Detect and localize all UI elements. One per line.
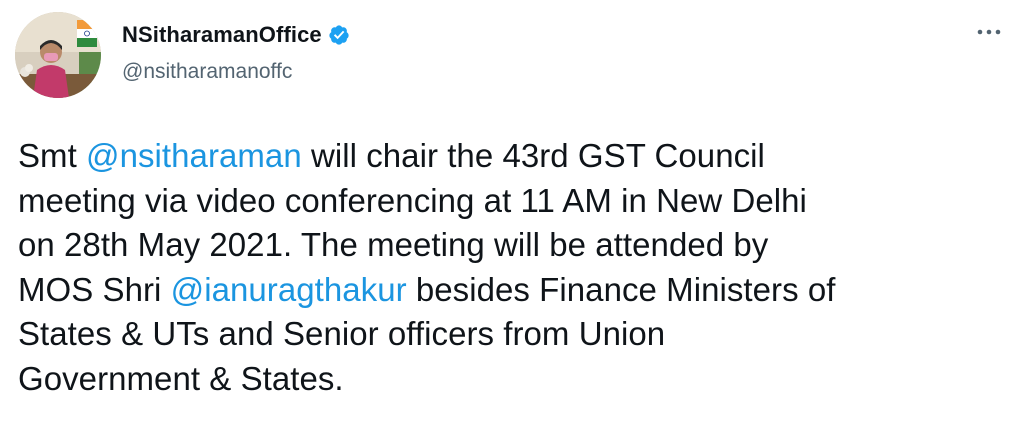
author-handle[interactable]: @nsitharamanoffc bbox=[122, 60, 292, 84]
tweet-text: Smt @nsitharaman will chair the 43rd GST… bbox=[18, 134, 1008, 401]
tweet-text-segment: Smt bbox=[18, 137, 87, 174]
mention-link-nsitharaman[interactable]: @nsitharaman bbox=[86, 137, 302, 174]
tweet-line-2: meeting via video conferencing at 11 AM … bbox=[18, 181, 807, 219]
tweet-card: NSitharamanOffice @nsitharamanoffc Smt @… bbox=[0, 0, 1019, 441]
tweet-line-6: Government & States. bbox=[18, 359, 344, 397]
tweet-text-segment: will chair the 43rd GST Council bbox=[301, 137, 765, 174]
author-display-name[interactable]: NSitharamanOffice bbox=[122, 22, 322, 48]
tweet-text-segment: besides Finance Ministers of bbox=[406, 270, 836, 308]
verified-badge-icon bbox=[328, 24, 350, 46]
tweet-line-5: States & UTs and Senior officers from Un… bbox=[18, 315, 666, 352]
tweet-line-1: Smt @nsitharaman will chair the 43rd GST… bbox=[18, 134, 1008, 179]
author-name-row: NSitharamanOffice bbox=[122, 22, 350, 48]
tweet-line-3: on 28th May 2021. The meeting will be at… bbox=[18, 226, 769, 263]
tweet-line-4: MOS Shri @ianuragthakur besides Finance … bbox=[18, 268, 1008, 313]
more-options-icon[interactable] bbox=[972, 22, 1006, 42]
avatar[interactable] bbox=[15, 12, 101, 98]
mention-link-ianuragthakur[interactable]: @ianuragthakur bbox=[171, 271, 407, 308]
tweet-text-segment: MOS Shri bbox=[18, 270, 171, 308]
